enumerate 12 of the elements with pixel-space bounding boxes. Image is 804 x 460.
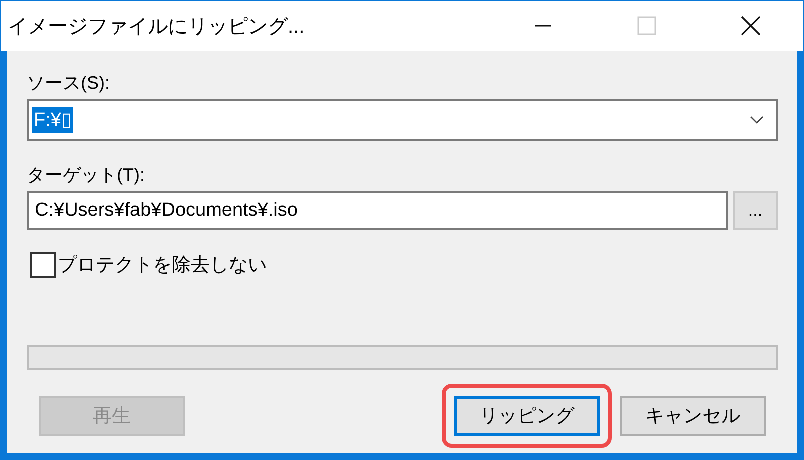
dialog-button[interactable]: リッピング: [454, 396, 600, 436]
target-label: ターゲット(T):: [27, 164, 146, 187]
target-field[interactable]: C:¥Users¥fab¥Documents¥.iso: [27, 191, 728, 230]
checkbox[interactable]: [30, 252, 56, 278]
window-title: イメージファイルにリッピング...: [8, 14, 305, 40]
close-icon[interactable]: [741, 16, 761, 36]
browse-button[interactable]: ...: [733, 191, 778, 230]
source-label: ソース(S):: [27, 72, 111, 95]
dialog-button[interactable]: キャンセル: [620, 396, 766, 436]
source-dropdown[interactable]: F:¥▯: [27, 99, 778, 141]
chevron-down-icon: [750, 116, 764, 124]
checkbox-label: プロテクトを除去しない: [58, 254, 267, 278]
